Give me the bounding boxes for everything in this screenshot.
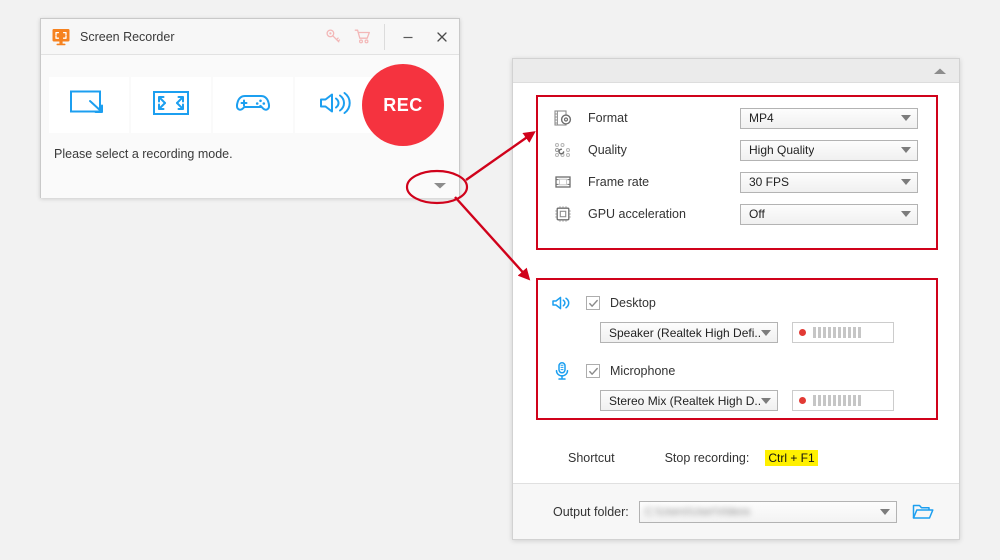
format-dropdown[interactable]: MP4 [740, 107, 918, 129]
gpu-acceleration-dropdown[interactable]: Off [740, 203, 918, 225]
output-folder-dropdown[interactable]: C:\Users\User\Videos [638, 500, 897, 523]
film-frame-icon [552, 171, 574, 193]
microphone-icon [550, 360, 574, 382]
gpu-acceleration-label: GPU acceleration [588, 207, 686, 221]
region-select-icon [68, 88, 110, 123]
microphone-header: Microphone [536, 360, 938, 382]
quality-dropdown[interactable]: High Quality [740, 139, 918, 161]
chevron-down-icon [901, 147, 911, 153]
desktop-audio-device-value: Speaker (Realtek High Defi... [609, 325, 761, 340]
microphone-device-dropdown[interactable]: Stereo Mix (Realtek High D... [600, 390, 778, 411]
microphone-volume-bars [813, 395, 861, 406]
chevron-down-icon [761, 329, 771, 336]
setting-row-gpu-acceleration: GPU acceleration Off [536, 199, 938, 229]
record-indicator-dot [799, 329, 806, 336]
format-value: MP4 [749, 111, 774, 125]
frame-rate-label: Frame rate [588, 175, 650, 189]
quality-label: Quality [588, 143, 627, 157]
stop-recording-label: Stop recording: [664, 451, 750, 465]
quality-dots-icon [552, 139, 574, 161]
output-folder-value: C:\Users\User\Videos [644, 505, 751, 518]
audio-group-microphone: Microphone Stereo Mix (Realtek High D... [536, 360, 938, 411]
settings-panel-header [513, 59, 959, 83]
film-gear-icon [552, 107, 574, 129]
recording-mode-strip [41, 77, 375, 133]
rec-button[interactable]: REC [362, 64, 444, 146]
game-record-mode-button[interactable] [213, 77, 293, 133]
gamepad-icon [232, 89, 274, 122]
key-icon[interactable] [318, 19, 348, 55]
settings-panel: Format MP4 Quality High Quality Frame ra… [512, 58, 960, 540]
speaker-icon [550, 292, 574, 314]
desktop-volume-bars [813, 327, 861, 338]
quality-value: High Quality [749, 143, 815, 157]
output-folder-bar: Output folder: C:\Users\User\Videos [513, 483, 959, 539]
desktop-audio-controls: Speaker (Realtek High Defi... [600, 322, 938, 343]
open-folder-icon[interactable] [911, 501, 935, 523]
status-text: Please select a recording mode. [54, 147, 233, 161]
audio-settings-group: Desktop Speaker (Realtek High Defi... Mi… [536, 278, 938, 420]
close-button[interactable] [425, 19, 459, 55]
desktop-audio-label: Desktop [610, 296, 656, 310]
stop-recording-hotkey[interactable]: Ctrl + F1 [765, 450, 818, 466]
audio-group-desktop: Desktop Speaker (Realtek High Defi... [536, 292, 938, 343]
gpu-acceleration-value: Off [749, 207, 765, 221]
setting-row-format: Format MP4 [536, 103, 938, 133]
chevron-up-icon[interactable] [931, 64, 949, 78]
recorder-body: REC Please select a recording mode. [41, 55, 459, 198]
titlebar-divider [384, 23, 385, 50]
fullscreen-record-mode-button[interactable] [131, 77, 211, 133]
app-logo-icon [51, 27, 71, 47]
expand-settings-toggle[interactable] [429, 178, 451, 192]
frame-rate-value: 30 FPS [749, 175, 790, 189]
format-label: Format [588, 111, 628, 125]
record-indicator-dot [799, 397, 806, 404]
frame-rate-dropdown[interactable]: 30 FPS [740, 171, 918, 193]
cpu-chip-icon [552, 203, 574, 225]
title-bar: Screen Recorder [41, 19, 459, 55]
desktop-audio-device-dropdown[interactable]: Speaker (Realtek High Defi... [600, 322, 778, 343]
microphone-checkbox[interactable] [586, 364, 600, 378]
cart-icon[interactable] [348, 19, 378, 55]
chevron-down-icon [879, 508, 890, 515]
microphone-volume-meter [792, 390, 894, 411]
video-settings-group: Format MP4 Quality High Quality Frame ra… [536, 95, 938, 250]
shortcut-section-label: Shortcut [568, 451, 615, 465]
chevron-down-icon [901, 211, 911, 217]
region-record-mode-button[interactable] [49, 77, 129, 133]
shortcut-row: Shortcut Stop recording: Ctrl + F1 [513, 444, 959, 472]
chevron-down-icon [901, 115, 911, 121]
microphone-label: Microphone [610, 364, 676, 378]
speaker-icon [315, 88, 355, 123]
chevron-down-icon [901, 179, 911, 185]
minimize-button[interactable] [391, 19, 425, 55]
desktop-audio-header: Desktop [536, 292, 938, 314]
recorder-window: Screen Recorder REC Please select a reco… [40, 18, 460, 198]
microphone-controls: Stereo Mix (Realtek High D... [600, 390, 938, 411]
app-title: Screen Recorder [80, 29, 175, 44]
setting-row-quality: Quality High Quality [536, 135, 938, 165]
chevron-down-icon [761, 397, 771, 404]
output-folder-label: Output folder: [553, 504, 629, 519]
fullscreen-icon [151, 88, 191, 123]
desktop-audio-checkbox[interactable] [586, 296, 600, 310]
desktop-volume-meter [792, 322, 894, 343]
microphone-device-value: Stereo Mix (Realtek High D... [609, 393, 761, 408]
setting-row-frame-rate: Frame rate 30 FPS [536, 167, 938, 197]
